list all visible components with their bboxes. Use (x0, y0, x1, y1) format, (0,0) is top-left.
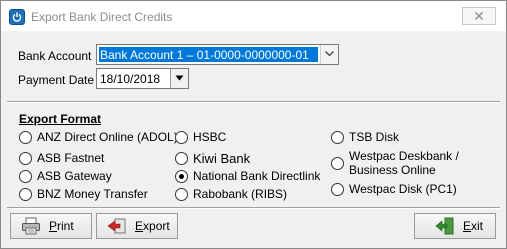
radio-circle (19, 151, 32, 165)
export-arrow-icon (107, 217, 127, 235)
window-title: Export Bank Direct Credits (31, 10, 173, 24)
radio-circle-selected (175, 169, 188, 183)
radio-circle (19, 169, 32, 183)
radio-label: National Bank Directlink (193, 169, 321, 183)
close-button[interactable]: ✕ (462, 7, 496, 25)
radio-label: ANZ Direct Online (ADOL) (37, 130, 178, 144)
exit-door-icon (435, 217, 455, 235)
radio-circle (175, 130, 188, 144)
print-button[interactable]: Print (10, 213, 92, 239)
separator (7, 207, 500, 209)
bank-account-select[interactable]: Bank Account 1 – 01-0000-0000000-01 (96, 44, 339, 65)
print-label: Print (49, 219, 74, 233)
payment-date-value: 18/10/2018 (100, 72, 161, 86)
export-dialog: Export Bank Direct Credits ✕ Bank Accoun… (0, 0, 507, 249)
printer-icon (21, 217, 41, 235)
radio-asb-fastnet[interactable]: ASB Fastnet (19, 151, 104, 165)
radio-bnz-money-transfer[interactable]: BNZ Money Transfer (19, 187, 148, 201)
radio-circle (19, 187, 32, 201)
radio-circle (331, 156, 344, 170)
power-icon (9, 9, 25, 25)
radio-circle (19, 130, 32, 144)
radio-label: HSBC (193, 130, 227, 144)
radio-circle (331, 182, 344, 196)
bank-account-label: Bank Account (18, 49, 92, 63)
radio-circle (175, 152, 188, 165)
radio-westpac-disk-pc1[interactable]: Westpac Disk (PC1) (331, 182, 457, 196)
exit-button[interactable]: Exit (414, 213, 496, 239)
radio-hsbc[interactable]: HSBC (175, 130, 226, 144)
radio-rabobank-ribs[interactable]: Rabobank (RIBS) (175, 187, 287, 201)
radio-label: Westpac Deskbank / Business Online (349, 149, 459, 177)
radio-westpac-deskbank[interactable]: Westpac Deskbank / Business Online (331, 149, 471, 177)
radio-label: Westpac Disk (PC1) (349, 182, 457, 196)
radio-label: BNZ Money Transfer (37, 187, 148, 201)
separator (7, 101, 500, 103)
bank-account-dropdown-button[interactable] (320, 45, 338, 64)
radio-label: ASB Fastnet (37, 151, 105, 165)
radio-circle (331, 130, 344, 144)
radio-label: Rabobank (RIBS) (193, 187, 288, 201)
radio-national-bank-directlink[interactable]: National Bank Directlink (175, 169, 320, 183)
title-bar: Export Bank Direct Credits ✕ (1, 1, 506, 31)
date-dropdown-button[interactable] (170, 69, 188, 88)
radio-label: Kiwi Bank (193, 151, 251, 166)
bank-account-value: Bank Account 1 – 01-0000-0000000-01 (100, 48, 309, 62)
radio-asb-gateway[interactable]: ASB Gateway (19, 169, 112, 183)
exit-label: Exit (463, 219, 484, 233)
export-button[interactable]: Export (96, 213, 178, 239)
radio-kiwi-bank[interactable]: Kiwi Bank (175, 151, 250, 166)
export-format-title: Export Format (19, 112, 102, 126)
close-icon: ✕ (473, 8, 485, 24)
radio-anz-adol[interactable]: ANZ Direct Online (ADOL) (19, 130, 178, 144)
radio-label: TSB Disk (349, 130, 400, 144)
chevron-down-icon (175, 75, 184, 81)
payment-date-label: Payment Date (18, 73, 95, 87)
radio-circle (175, 187, 188, 201)
radio-label: ASB Gateway (37, 169, 112, 183)
payment-date-picker[interactable]: 18/10/2018 (96, 68, 189, 89)
chevron-down-icon (325, 51, 334, 57)
export-label: Export (135, 219, 170, 233)
radio-tsb-disk[interactable]: TSB Disk (331, 130, 399, 144)
